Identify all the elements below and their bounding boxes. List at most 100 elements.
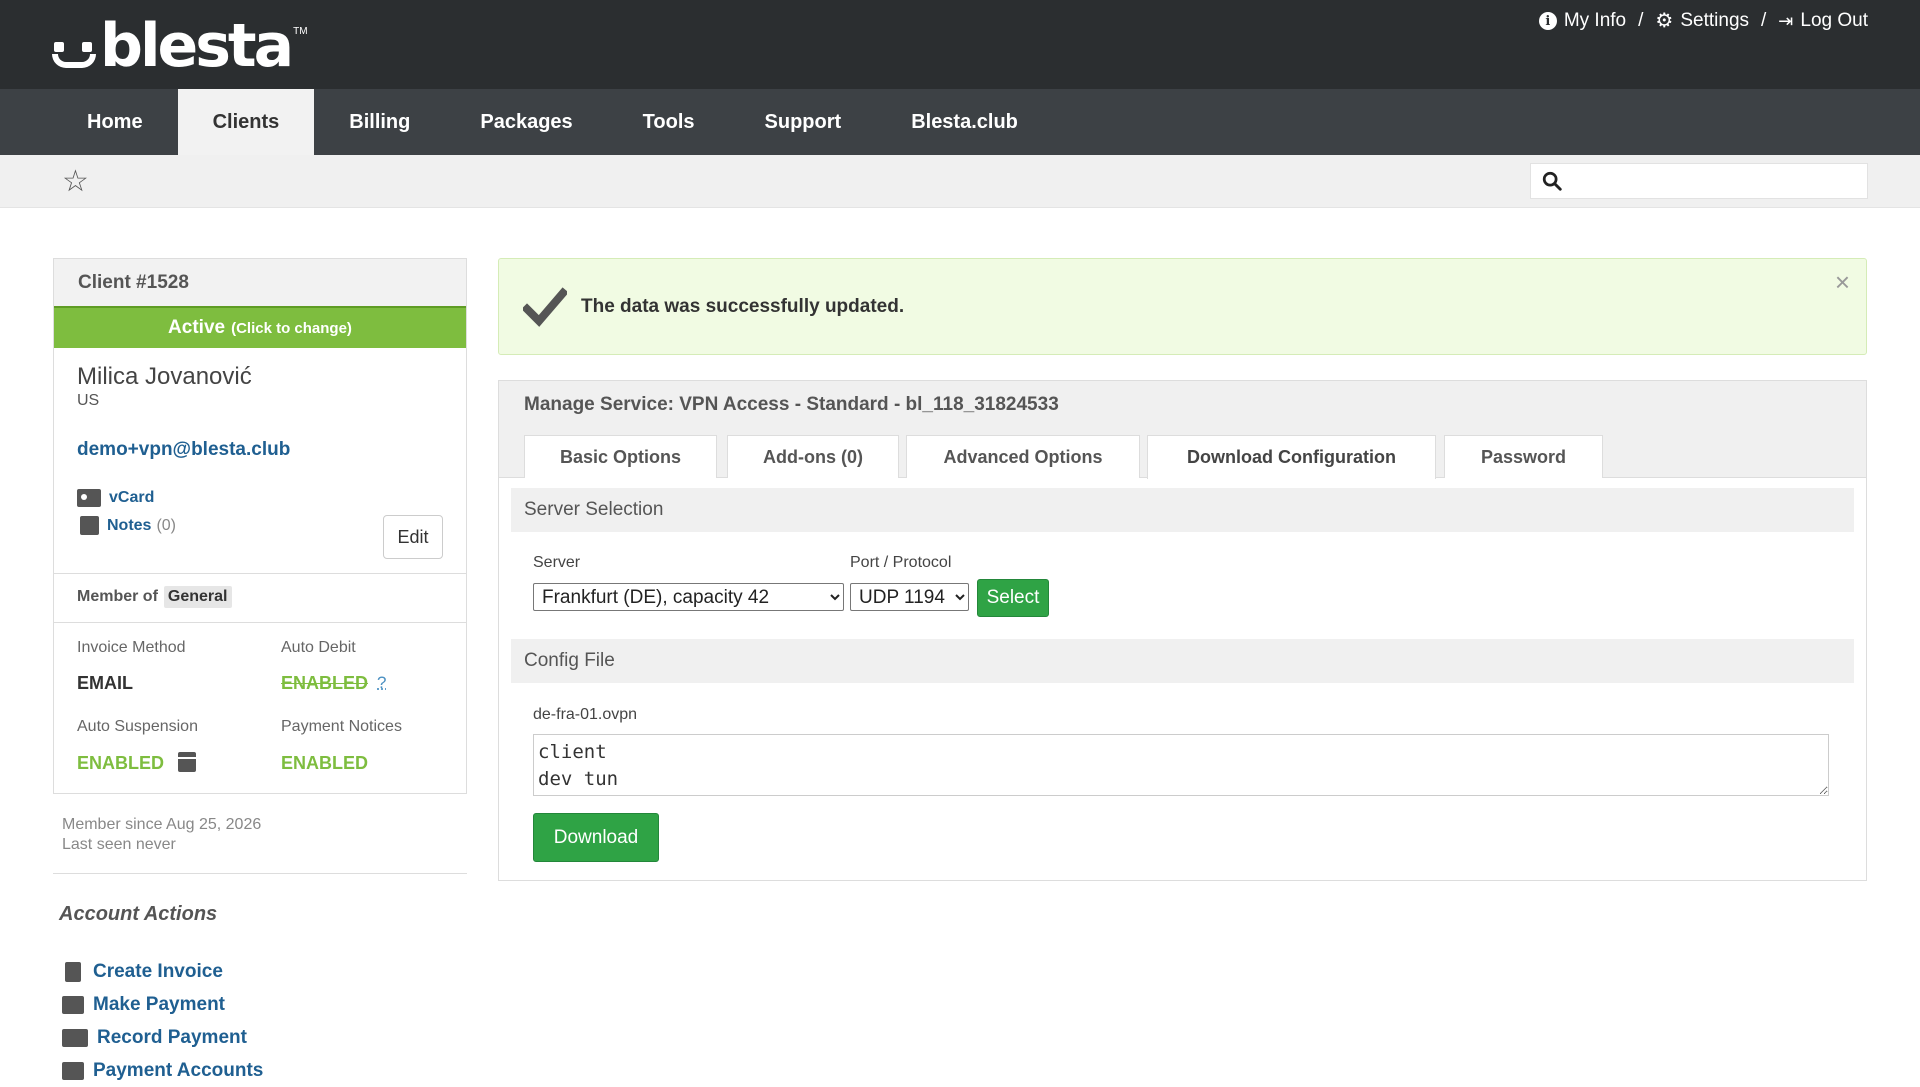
logo-mark-icon xyxy=(52,20,100,72)
download-button[interactable]: Download xyxy=(533,813,659,862)
success-alert: The data was successfully updated. × xyxy=(498,258,1867,355)
money-icon xyxy=(62,1028,88,1047)
make-payment-link[interactable]: Make Payment xyxy=(62,988,263,1021)
server-select[interactable]: Frankfurt (DE), capacity 42 xyxy=(533,583,844,611)
tab-add-ons[interactable]: Add-ons (0) xyxy=(727,435,899,478)
invoice-icon xyxy=(65,961,81,982)
credit-card-icon xyxy=(62,995,84,1014)
tab-password[interactable]: Password xyxy=(1444,435,1603,478)
tab-advanced-options[interactable]: Advanced Options xyxy=(906,435,1140,478)
client-status-toggle[interactable]: Active (Click to change) xyxy=(54,306,466,348)
client-name: Milica Jovanović xyxy=(77,363,252,390)
logo-trademark: TM xyxy=(293,26,308,37)
port-protocol-label: Port / Protocol xyxy=(850,554,952,571)
client-card: Client #1528 Active (Click to change) Mi… xyxy=(53,258,467,794)
nav-tools[interactable]: Tools xyxy=(608,89,730,155)
logo-text: blesta xyxy=(100,11,294,81)
nav-blesta-club[interactable]: Blesta.club xyxy=(876,89,1053,155)
group-tag: General xyxy=(163,586,232,608)
sub-toolbar: ☆ xyxy=(0,155,1920,208)
panel-title: Manage Service: VPN Access - Standard - … xyxy=(499,381,1866,429)
auto-debit-value: ENABLED xyxy=(281,673,369,693)
settings-label: Settings xyxy=(1680,10,1750,31)
manage-service-panel: Manage Service: VPN Access - Standard - … xyxy=(498,380,1867,881)
search-icon xyxy=(1542,171,1562,191)
payment-accounts-label: Payment Accounts xyxy=(93,1059,264,1081)
notes-link[interactable]: Notes (0) xyxy=(77,516,176,535)
nav-packages[interactable]: Packages xyxy=(445,89,607,155)
last-seen: Last seen never xyxy=(62,836,176,853)
config-file-textarea[interactable]: client dev tun xyxy=(533,734,1829,796)
server-selection-header: Server Selection xyxy=(511,488,1854,532)
search-input[interactable] xyxy=(1571,168,1861,196)
blesta-logo[interactable]: blesta TM xyxy=(52,11,308,81)
nav-billing[interactable]: Billing xyxy=(314,89,445,155)
nav-separator: / xyxy=(1638,10,1644,31)
checkmark-icon xyxy=(523,287,567,327)
settings-link[interactable]: ⚙ Settings xyxy=(1655,10,1749,32)
my-info-label: My Info xyxy=(1563,10,1627,31)
auto-debit-label: Auto Debit xyxy=(281,639,356,656)
divider xyxy=(54,573,466,574)
tab-basic-options[interactable]: Basic Options xyxy=(524,435,717,478)
auto-suspension-value: ENABLED xyxy=(77,753,165,773)
client-group: Member of General xyxy=(77,586,232,608)
edit-client-button[interactable]: Edit xyxy=(383,515,443,559)
client-number: Client #1528 xyxy=(54,259,466,306)
service-tabs: Basic Options Add-ons (0) Advanced Optio… xyxy=(499,429,1866,479)
bank-icon xyxy=(62,1061,84,1080)
log-out-label: Log Out xyxy=(1800,10,1868,31)
tab-download-configuration[interactable]: Download Configuration xyxy=(1147,435,1436,479)
nav-clients[interactable]: Clients xyxy=(177,89,315,155)
top-header: blesta TM i My Info / ⚙ Settings / ⇥ Log… xyxy=(0,0,1920,89)
record-payment-label: Record Payment xyxy=(97,1026,247,1048)
account-actions-title: Account Actions xyxy=(59,903,218,925)
config-file-header: Config File xyxy=(511,639,1854,683)
nav-separator: / xyxy=(1761,10,1767,31)
server-label: Server xyxy=(533,554,581,571)
create-invoice-link[interactable]: Create Invoice xyxy=(62,955,263,988)
top-navigation: i My Info / ⚙ Settings / ⇥ Log Out xyxy=(1538,10,1868,32)
member-since-info: Member since Aug 25, 2026 Last seen neve… xyxy=(62,815,261,855)
auto-debit-help-link[interactable]: ? xyxy=(377,673,386,693)
client-email-link[interactable]: demo+vpn@blesta.club xyxy=(77,439,290,461)
search-box[interactable] xyxy=(1530,163,1868,199)
sticky-note-icon xyxy=(80,516,99,535)
config-filename: de-fra-01.ovpn xyxy=(533,706,638,723)
sign-out-icon: ⇥ xyxy=(1778,11,1794,31)
nav-home[interactable]: Home xyxy=(52,89,178,155)
my-info-link[interactable]: i My Info xyxy=(1538,10,1627,32)
divider xyxy=(54,622,466,623)
vcard-label: vCard xyxy=(109,489,155,506)
calendar-icon[interactable] xyxy=(178,752,196,772)
notes-count: (0) xyxy=(156,516,177,534)
info-icon: i xyxy=(1538,12,1557,30)
client-status-hint: (Click to change) xyxy=(231,319,352,337)
select-button[interactable]: Select xyxy=(977,579,1049,617)
client-status: Active xyxy=(168,317,226,338)
close-icon[interactable]: × xyxy=(1835,267,1850,298)
auto-suspension-label: Auto Suspension xyxy=(77,718,198,735)
member-since: Member since Aug 25, 2026 xyxy=(62,816,262,833)
nav-support[interactable]: Support xyxy=(730,89,877,155)
make-payment-label: Make Payment xyxy=(93,993,226,1015)
member-of-label: Member of xyxy=(77,588,158,605)
create-invoice-label: Create Invoice xyxy=(93,960,223,982)
payment-accounts-link[interactable]: Payment Accounts xyxy=(62,1054,263,1087)
port-protocol-select[interactable]: UDP 1194 xyxy=(850,583,969,611)
invoice-method-label: Invoice Method xyxy=(77,639,186,656)
vcard-link[interactable]: vCard xyxy=(77,489,154,507)
vcard-icon xyxy=(77,489,101,507)
payment-notices-value: ENABLED xyxy=(281,753,369,773)
divider xyxy=(53,873,467,874)
invoice-method-value: EMAIL xyxy=(77,673,133,693)
main-navigation: Home Clients Billing Packages Tools Supp… xyxy=(0,89,1920,155)
client-country: US xyxy=(77,392,100,409)
gear-icon: ⚙ xyxy=(1655,10,1674,32)
alert-message: The data was successfully updated. xyxy=(581,296,905,317)
log-out-link[interactable]: ⇥ Log Out xyxy=(1778,10,1868,32)
account-actions-list: Create Invoice Make Payment Record Payme… xyxy=(62,955,263,1087)
record-payment-link[interactable]: Record Payment xyxy=(62,1021,263,1054)
notes-label: Notes xyxy=(107,516,152,534)
star-icon[interactable]: ☆ xyxy=(62,167,89,197)
